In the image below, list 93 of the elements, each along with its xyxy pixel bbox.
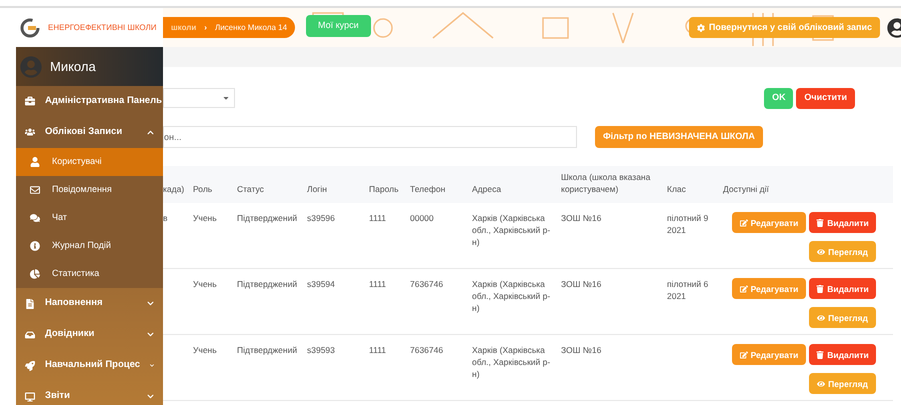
trash-icon	[816, 218, 824, 226]
clear-button[interactable]: Очистити	[796, 88, 855, 108]
edit-icon	[740, 218, 748, 226]
view-button[interactable]: Перегляд	[809, 307, 876, 328]
search-field[interactable]: он...	[163, 126, 577, 148]
ok-button[interactable]: OK	[764, 88, 794, 108]
table-cell: Учень	[193, 213, 217, 223]
briefcase-icon	[25, 96, 35, 106]
table-cell: Підтверджений	[237, 345, 298, 355]
school-filter-button[interactable]: Фільтр по НЕВИЗНАЧЕНА ШКОЛА	[595, 126, 763, 148]
column-header: Логін	[307, 184, 327, 194]
column-header: Школа (школа вказана користувачем)	[561, 172, 650, 194]
avatar-icon[interactable]	[887, 18, 901, 38]
column-header: Пароль	[369, 184, 398, 194]
column-header: Адреса	[472, 184, 502, 194]
user-name: Микола	[50, 58, 96, 76]
table-cell: Підтверджений	[237, 279, 298, 289]
table-cell: ЗОШ №16	[561, 279, 602, 289]
my-courses-button[interactable]: Мої курси	[306, 15, 371, 37]
table-cell: 1111	[369, 345, 386, 355]
users-icon	[25, 127, 35, 137]
eye-icon	[817, 380, 826, 388]
inbox-icon	[25, 330, 35, 340]
table-cell: Харків (Харківська обл., Харківський р-н)	[472, 213, 550, 247]
avatar-icon	[20, 56, 42, 78]
edit-button[interactable]: Редагувати	[732, 278, 806, 299]
envelope-icon	[30, 185, 40, 195]
sidebar-subitem[interactable]: Журнал Подій	[16, 232, 163, 260]
rocket-icon	[25, 360, 35, 370]
table-cell: 7636746	[410, 279, 444, 289]
monitor-icon	[25, 392, 35, 402]
table-cell: пілотний 6 2021	[667, 279, 708, 301]
sidebar-item[interactable]: Довідники	[16, 319, 163, 350]
eye-icon	[817, 248, 826, 256]
table-cell: s39594	[307, 279, 335, 289]
column-header: Телефон	[410, 184, 446, 194]
delete-button[interactable]: Видалити	[809, 212, 876, 233]
column-header: Клас	[667, 184, 686, 194]
table-cell: s39593	[307, 345, 335, 355]
table-cell: Підтверджений	[237, 213, 298, 223]
select-field[interactable]	[163, 88, 235, 108]
column-header: када)	[163, 184, 184, 194]
table-cell: ЗОШ №16	[561, 345, 602, 355]
table-cell: Учень	[193, 279, 217, 289]
sidebar-item[interactable]: Наповнення	[16, 288, 163, 319]
table-cell: ЗОШ №16	[561, 213, 602, 223]
table-cell: 7636746	[410, 345, 444, 355]
sidebar-item[interactable]: Звіти	[16, 381, 163, 405]
breadcrumb-current: Лисенко Микола 14	[214, 22, 288, 34]
table-cell: 1111	[369, 213, 386, 223]
chevron-icon	[147, 331, 154, 338]
logo-icon	[20, 18, 40, 38]
delete-button[interactable]: Видалити	[809, 278, 876, 299]
sidebar-subitem[interactable]: Повідомлення	[16, 176, 163, 204]
eye-icon	[817, 314, 826, 322]
sidebar-item[interactable]: Навчальний Процес	[16, 350, 163, 381]
gear-icon	[696, 24, 705, 32]
table-cell: Учень	[193, 345, 217, 355]
table-cell: 1111	[369, 279, 386, 289]
sidebar-subitem[interactable]: Користувачі	[16, 148, 163, 176]
table-cell: Харків (Харківська обл., Харківський р-н)	[472, 345, 550, 379]
breadcrumb-separator: ›	[204, 22, 207, 34]
return-to-account-button[interactable]: Повернутися у свій обліковий запис	[688, 17, 880, 38]
breadcrumb-link[interactable]: школи	[171, 22, 196, 34]
edit-button[interactable]: Редагувати	[732, 212, 806, 233]
edit-icon	[740, 350, 748, 358]
user-icon	[30, 157, 40, 167]
edit-icon	[740, 284, 748, 292]
document-icon	[25, 298, 35, 308]
column-header: Статус	[237, 184, 264, 194]
trash-icon	[816, 284, 824, 292]
chevron-icon	[147, 300, 154, 307]
view-button[interactable]: Перегляд	[809, 241, 876, 262]
sidebar-subitem[interactable]: Статистика	[16, 260, 163, 288]
info-icon	[30, 241, 40, 251]
table-cell: Харків (Харківська обл., Харківський р-н)	[472, 279, 550, 313]
edit-button[interactable]: Редагувати	[732, 344, 806, 365]
table-cell: 00000	[410, 213, 434, 223]
sidebar-subitem[interactable]: Чат	[16, 204, 163, 232]
column-header: Доступні дії	[723, 184, 769, 194]
delete-button[interactable]: Видалити	[809, 344, 876, 365]
trash-icon	[816, 350, 824, 358]
brand-name: ЕНЕРГОЕФЕКТИВНІ ШКОЛИ	[48, 22, 157, 34]
chevron-icon	[147, 128, 154, 136]
chat-icon	[30, 213, 40, 223]
table-cell: пілотний 9 2021	[667, 213, 708, 235]
table-cell: s39596	[307, 213, 335, 223]
chevron-icon	[147, 393, 154, 400]
column-header: Роль	[193, 184, 212, 194]
table-cell: в	[163, 213, 168, 223]
view-button[interactable]: Перегляд	[809, 373, 876, 394]
caret-icon	[222, 94, 230, 102]
pie-chart-icon	[30, 269, 40, 279]
